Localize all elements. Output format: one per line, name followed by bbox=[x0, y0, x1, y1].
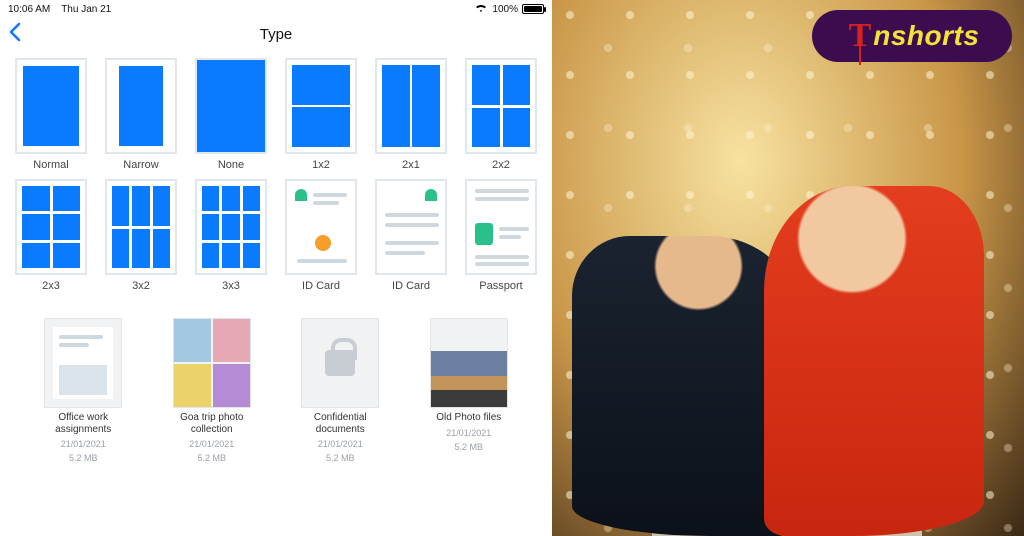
file-size: 5.2 MB bbox=[326, 453, 355, 463]
file-date: 21/01/2021 bbox=[189, 439, 234, 449]
file-size: 5.2 MB bbox=[69, 453, 98, 463]
type-none[interactable]: None bbox=[190, 58, 272, 171]
brand-text: nshorts bbox=[873, 20, 979, 52]
type-2x1[interactable]: 2x1 bbox=[370, 58, 452, 171]
type-label: 2x3 bbox=[42, 280, 60, 292]
back-button[interactable] bbox=[8, 22, 22, 46]
type-label: Normal bbox=[33, 159, 68, 171]
type-label: 3x3 bbox=[222, 280, 240, 292]
type-2x2[interactable]: 2x2 bbox=[460, 58, 542, 171]
status-bar: 10:06 AM Thu Jan 21 100% bbox=[0, 0, 552, 18]
page-title: Type bbox=[260, 26, 293, 43]
type-label: ID Card bbox=[302, 280, 340, 292]
file-item[interactable]: Old Photo files 21/01/2021 5.2 MB bbox=[414, 318, 525, 463]
status-right: 100% bbox=[474, 3, 544, 16]
type-2x3[interactable]: 2x3 bbox=[10, 179, 92, 292]
type-label: ID Card bbox=[392, 280, 430, 292]
type-label: 2x2 bbox=[492, 159, 510, 171]
status-left: 10:06 AM Thu Jan 21 bbox=[8, 4, 111, 15]
file-date: 21/01/2021 bbox=[446, 428, 491, 438]
type-narrow[interactable]: Narrow bbox=[100, 58, 182, 171]
wifi-icon bbox=[474, 3, 488, 16]
type-3x2[interactable]: 3x2 bbox=[100, 179, 182, 292]
file-date: 21/01/2021 bbox=[318, 439, 363, 449]
type-1x2[interactable]: 1x2 bbox=[280, 58, 362, 171]
file-name: Old Photo files bbox=[436, 412, 501, 424]
type-label: 2x1 bbox=[402, 159, 420, 171]
battery-pct: 100% bbox=[492, 4, 518, 15]
type-idcard-a[interactable]: ID Card bbox=[280, 179, 362, 292]
type-label: Passport bbox=[479, 280, 522, 292]
brand-logo: T nshorts bbox=[812, 10, 1012, 62]
file-thumb-photo bbox=[430, 318, 508, 408]
file-size: 5.2 MB bbox=[197, 453, 226, 463]
lock-icon bbox=[325, 350, 355, 376]
status-date: Thu Jan 21 bbox=[61, 4, 111, 15]
file-size: 5.2 MB bbox=[454, 442, 483, 452]
type-normal[interactable]: Normal bbox=[10, 58, 92, 171]
file-item[interactable]: Goa trip photo collection 21/01/2021 5.2… bbox=[157, 318, 268, 463]
brand-letter: T bbox=[845, 17, 876, 55]
file-date: 21/01/2021 bbox=[61, 439, 106, 449]
file-name: Goa trip photo collection bbox=[167, 412, 257, 435]
type-label: Narrow bbox=[123, 159, 158, 171]
type-label: 1x2 bbox=[312, 159, 330, 171]
app-panel: 10:06 AM Thu Jan 21 100% Type Normal Nar… bbox=[0, 0, 552, 536]
file-item[interactable]: Confidential documents 21/01/2021 5.2 MB bbox=[285, 318, 396, 463]
battery-icon bbox=[522, 4, 544, 14]
types-grid: Normal Narrow None 1x2 2x1 2x2 2x3 bbox=[0, 50, 552, 296]
type-passport[interactable]: Passport bbox=[460, 179, 542, 292]
file-thumb-doc bbox=[44, 318, 122, 408]
file-name: Office work assignments bbox=[38, 412, 128, 435]
status-time: 10:06 AM bbox=[8, 4, 50, 15]
nav-bar: Type bbox=[0, 18, 552, 50]
hero-photo bbox=[552, 0, 1024, 536]
files-row: Office work assignments 21/01/2021 5.2 M… bbox=[0, 318, 552, 463]
type-label: None bbox=[218, 159, 244, 171]
file-item[interactable]: Office work assignments 21/01/2021 5.2 M… bbox=[28, 318, 139, 463]
file-thumb-locked bbox=[301, 318, 379, 408]
file-name: Confidential documents bbox=[295, 412, 385, 435]
file-thumb-collage bbox=[173, 318, 251, 408]
type-label: 3x2 bbox=[132, 280, 150, 292]
type-3x3[interactable]: 3x3 bbox=[190, 179, 272, 292]
type-idcard-b[interactable]: ID Card bbox=[370, 179, 452, 292]
